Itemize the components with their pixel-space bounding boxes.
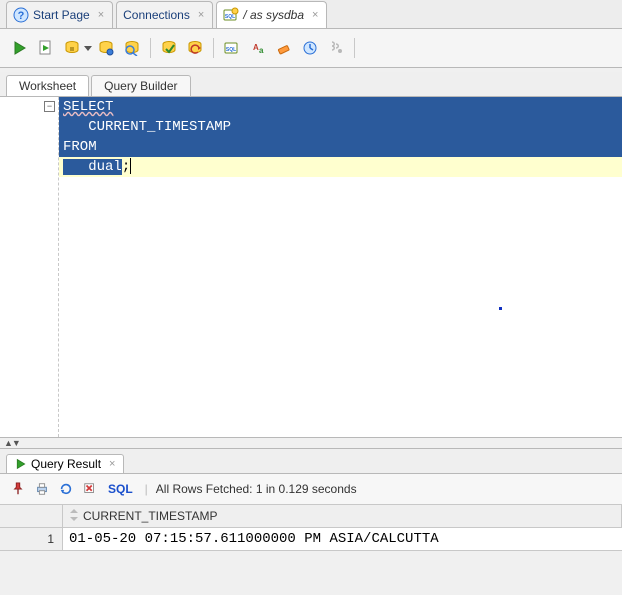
code-line: SELECT <box>63 99 113 115</box>
svg-text:SQL: SQL <box>225 14 235 20</box>
tab-label: / as sysdba <box>243 8 304 22</box>
tab-start-page[interactable]: ? Start Page × <box>6 1 113 28</box>
commit-button[interactable] <box>157 36 181 60</box>
status-text: All Rows Fetched: 1 in 0.129 seconds <box>156 482 357 496</box>
help-icon: ? <box>13 7 29 23</box>
sql-tuning-button[interactable] <box>120 36 144 60</box>
tab-label: Query Result <box>31 457 101 471</box>
sql-link[interactable]: SQL <box>108 482 133 496</box>
editor-gutter: − <box>0 97 59 437</box>
toolbar-separator <box>213 38 214 58</box>
play-icon <box>15 458 27 470</box>
close-icon[interactable]: × <box>98 10 104 21</box>
close-icon[interactable]: × <box>198 10 204 21</box>
column-header[interactable]: CURRENT_TIMESTAMP <box>63 505 622 527</box>
code-line: ; <box>122 159 130 175</box>
clear-button[interactable] <box>272 36 296 60</box>
tab-label: Start Page <box>33 8 90 22</box>
delete-button[interactable] <box>80 479 100 499</box>
grid-header-row: CURRENT_TIMESTAMP <box>0 505 622 528</box>
code-area[interactable]: SELECT CURRENT_TIMESTAMP FROM dual; <box>59 97 622 437</box>
result-tabs: Query Result × <box>0 448 622 474</box>
run-script-button[interactable] <box>34 36 58 60</box>
explain-plan-button[interactable] <box>60 36 84 60</box>
result-toolbar: SQL | All Rows Fetched: 1 in 0.129 secon… <box>0 474 622 505</box>
sql-history-button[interactable] <box>298 36 322 60</box>
toolbar-separator <box>150 38 151 58</box>
fold-toggle-icon[interactable]: − <box>44 101 55 112</box>
tab-query-builder[interactable]: Query Builder <box>91 75 190 96</box>
svg-text:?: ? <box>18 10 25 22</box>
svg-text:SQL: SQL <box>226 47 236 53</box>
unshared-worksheet-button[interactable]: SQL <box>220 36 244 60</box>
snippet-button[interactable] <box>324 36 348 60</box>
close-icon[interactable]: × <box>312 10 318 21</box>
tab-connections[interactable]: Connections × <box>116 1 213 28</box>
text-caret <box>130 158 131 174</box>
tab-worksheet[interactable]: Worksheet <box>6 75 89 96</box>
to-upper-lower-button[interactable]: Aa <box>246 36 270 60</box>
code-line: FROM <box>59 137 622 157</box>
cell-value[interactable]: 01-05-20 07:15:57.611000000 PM ASIA/CALC… <box>63 528 622 550</box>
run-button[interactable] <box>8 36 32 60</box>
toolbar-separator: | <box>145 482 148 496</box>
sql-editor[interactable]: − SELECT CURRENT_TIMESTAMP FROM dual; <box>0 97 622 438</box>
document-tabs: ? Start Page × Connections × SQL / as sy… <box>0 0 622 29</box>
code-line: CURRENT_TIMESTAMP <box>59 117 622 137</box>
rownum-header <box>0 505 63 527</box>
table-row[interactable]: 1 01-05-20 07:15:57.611000000 PM ASIA/CA… <box>0 528 622 551</box>
splitter-handle[interactable]: ▲▼ <box>0 438 622 448</box>
worksheet-toolbar: SQL Aa <box>0 29 622 68</box>
result-grid: CURRENT_TIMESTAMP 1 01-05-20 07:15:57.61… <box>0 505 622 551</box>
worksheet-subtabs: Worksheet Query Builder <box>0 72 622 97</box>
rollback-button[interactable] <box>183 36 207 60</box>
pin-button[interactable] <box>8 479 28 499</box>
autotrace-button[interactable] <box>94 36 118 60</box>
tab-session[interactable]: SQL / as sysdba × <box>216 1 327 28</box>
tab-label: Connections <box>123 8 190 22</box>
code-line: dual <box>63 159 122 175</box>
sort-icon[interactable] <box>69 509 79 524</box>
worksheet-icon: SQL <box>223 7 239 23</box>
close-icon[interactable]: × <box>109 458 115 470</box>
row-number: 1 <box>0 528 63 550</box>
column-label: CURRENT_TIMESTAMP <box>83 509 217 523</box>
refresh-button[interactable] <box>56 479 76 499</box>
toolbar-separator <box>354 38 355 58</box>
tab-query-result[interactable]: Query Result × <box>6 454 124 473</box>
dropdown-icon[interactable] <box>84 36 92 60</box>
marker-icon <box>499 307 502 310</box>
svg-text:a: a <box>259 46 264 55</box>
print-button[interactable] <box>32 479 52 499</box>
